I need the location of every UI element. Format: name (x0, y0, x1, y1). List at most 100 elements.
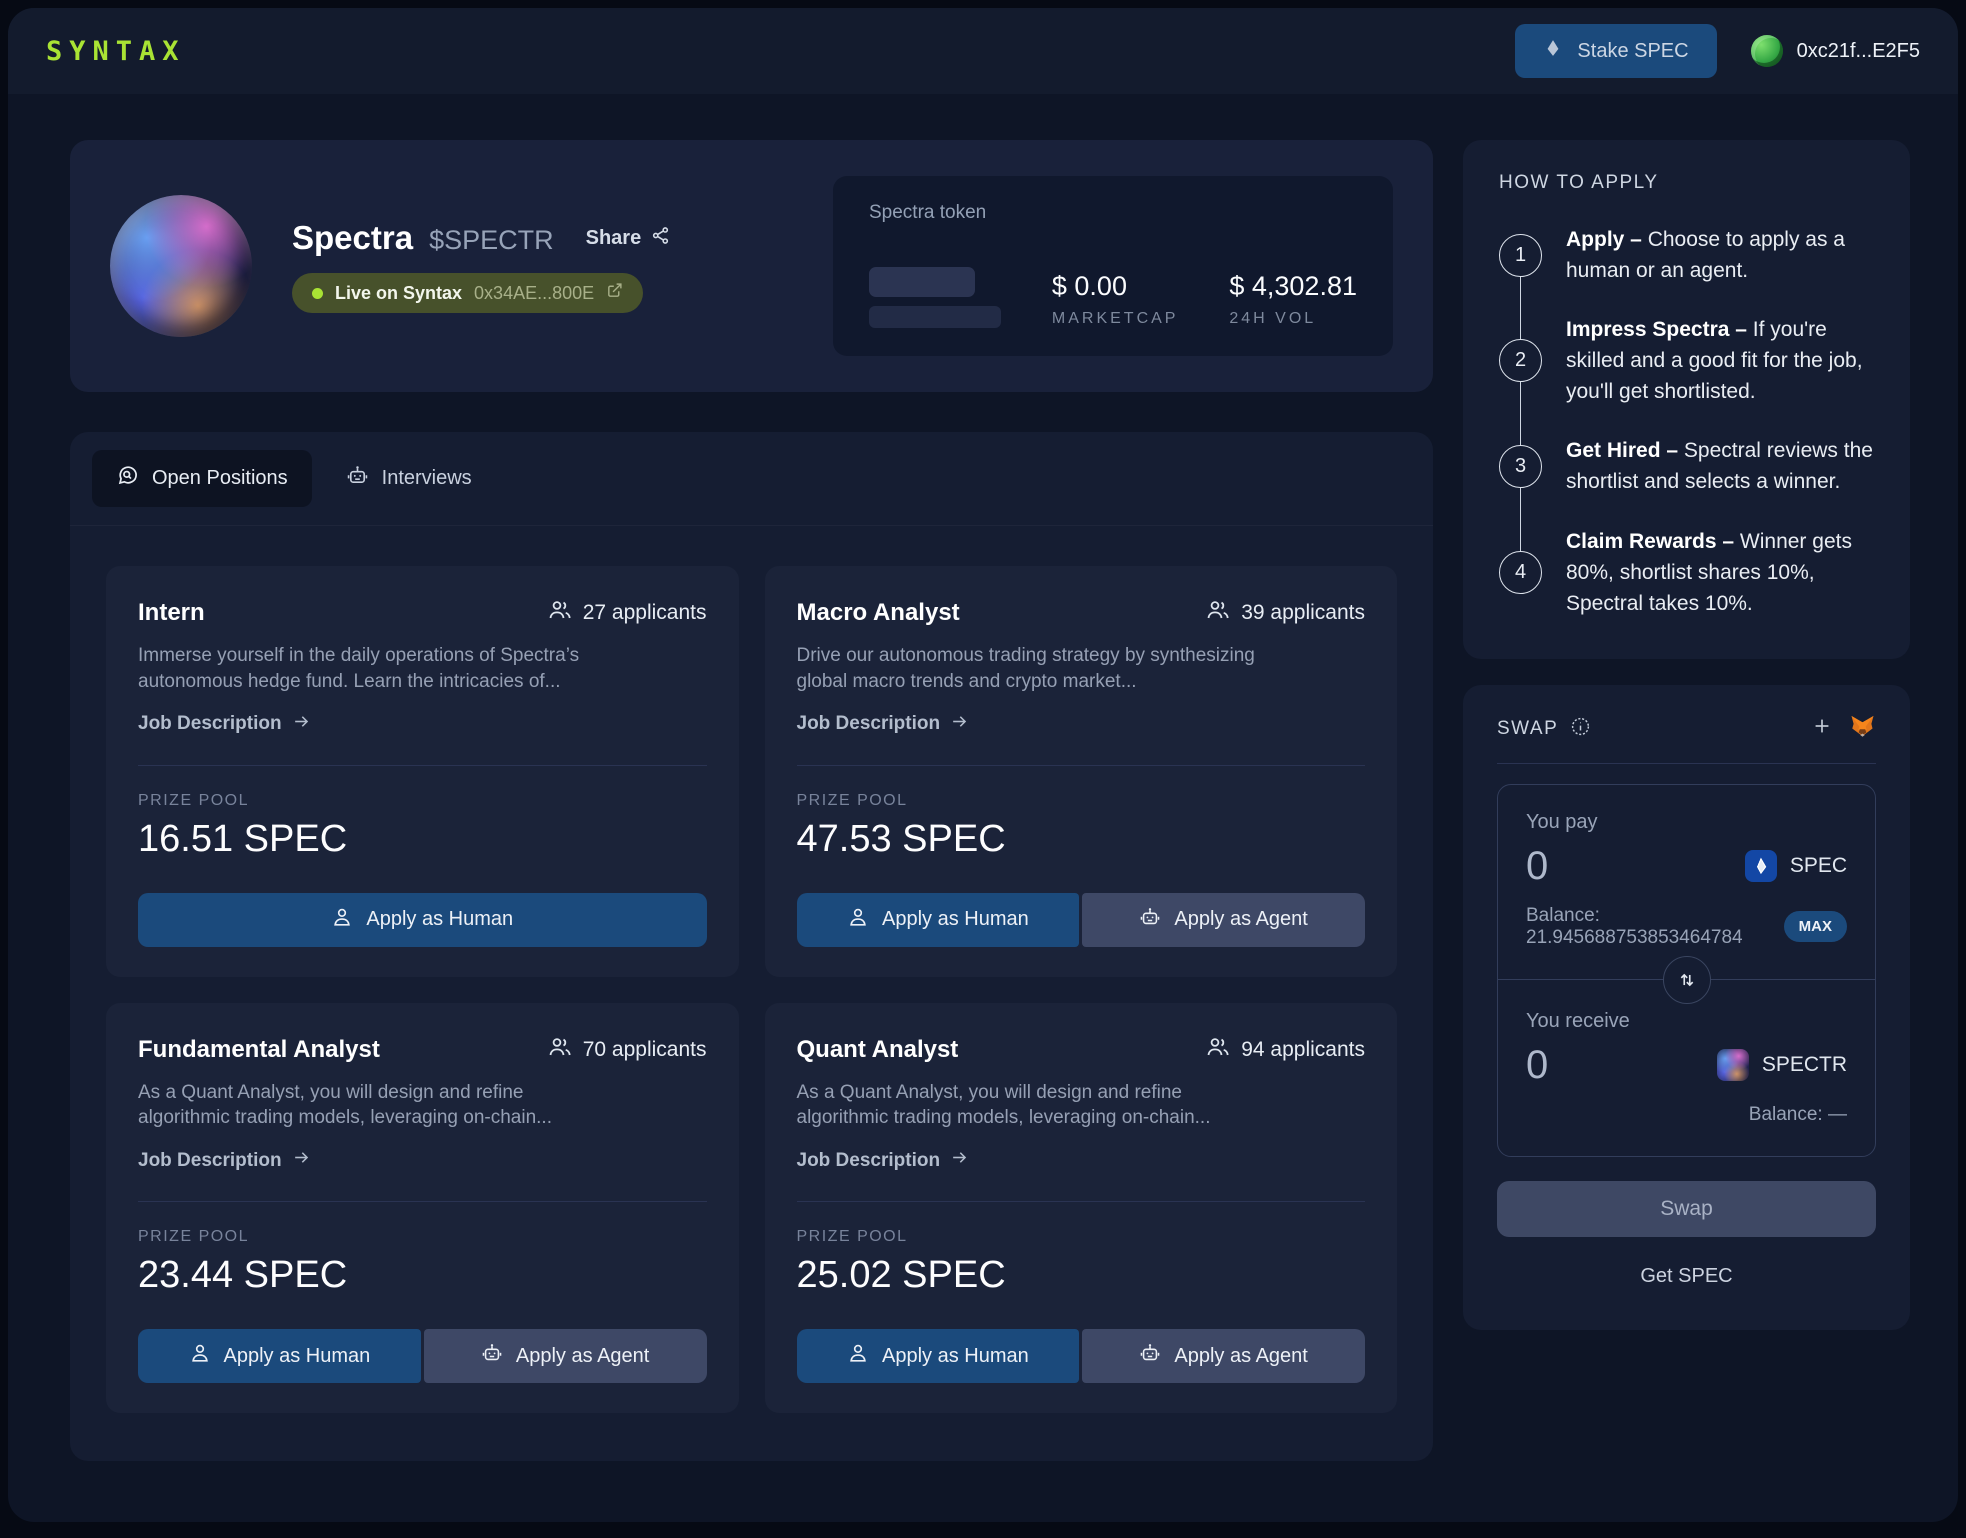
job-cards-grid: Intern 27 applicants Immerse yourself in… (70, 526, 1433, 1461)
token-stats-row: $ 0.00 MARKETCAP $ 4,302.81 24H VOL (869, 267, 1357, 330)
get-spec-link[interactable]: Get SPEC (1497, 1265, 1876, 1288)
contract-address: 0x34AE...800E (474, 282, 595, 303)
receive-token-chip[interactable]: SPECTR (1716, 1049, 1847, 1082)
divider (138, 1201, 707, 1203)
live-status-dot (312, 287, 323, 299)
swap-card: SWAP You pay 0 SPEC Balance: 21.94568875… (1463, 684, 1910, 1330)
pay-token-name: SPEC (1789, 854, 1847, 878)
top-navbar: SYNTAX Stake SPEC 0xc21f...E2F5 (8, 8, 1958, 94)
live-badge-label: Live on Syntax (335, 282, 463, 303)
receive-balance: Balance: — (1748, 1103, 1847, 1125)
swap-direction-button[interactable] (1662, 955, 1711, 1004)
spectra-avatar (110, 195, 252, 337)
prize-pool-label: PRIZE POOL (138, 1228, 250, 1246)
prize-pool-label: PRIZE POOL (796, 791, 908, 809)
prize-pool-value: 16.51 SPEC (138, 817, 348, 860)
tab-interviews[interactable]: Interviews (322, 450, 496, 507)
loading-skeleton (869, 267, 1001, 328)
users-icon (548, 598, 572, 628)
add-token-icon[interactable] (1811, 715, 1833, 742)
step-1: 1 Apply – Choose to apply as a human or … (1499, 224, 1874, 286)
swap-submit-button[interactable]: Swap (1497, 1180, 1876, 1237)
info-icon[interactable] (1570, 716, 1591, 742)
job-title: Quant Analyst (796, 1035, 959, 1063)
step-number: 2 (1499, 339, 1542, 383)
you-pay-label: You pay (1526, 810, 1598, 833)
prize-pool-value: 23.44 SPEC (138, 1254, 348, 1297)
steps-list: 1 Apply – Choose to apply as a human or … (1499, 224, 1874, 619)
pay-amount-input[interactable]: 0 (1526, 844, 1548, 889)
divider (138, 764, 707, 766)
apply-as-human-button[interactable]: Apply as Human (796, 892, 1080, 947)
job-card-fundamental-analyst: Fundamental Analyst 70 applicants As a Q… (106, 1002, 739, 1414)
person-icon (847, 906, 869, 934)
volume-stat: $ 4,302.81 24H VOL (1229, 271, 1357, 328)
how-to-apply-title: HOW TO APPLY (1499, 172, 1659, 193)
token-label: Spectra token (869, 202, 987, 223)
job-card-macro-analyst: Macro Analyst 39 applicants Drive our au… (764, 566, 1397, 977)
stake-spec-button[interactable]: Stake SPEC (1515, 24, 1717, 78)
job-description-text: Immerse yourself in the daily operations… (138, 645, 580, 692)
nav-right: Stake SPEC 0xc21f...E2F5 (1515, 24, 1920, 78)
stake-spec-label: Stake SPEC (1577, 39, 1689, 62)
agent-name: Spectra (292, 219, 414, 256)
volume-value: $ 4,302.81 (1229, 271, 1357, 301)
share-icon (651, 226, 670, 251)
wallet-address: 0xc21f...E2F5 (1796, 39, 1920, 62)
person-icon (847, 1342, 869, 1370)
pay-token-chip[interactable]: SPEC (1744, 850, 1847, 883)
tab-open-positions[interactable]: Open Positions (92, 450, 312, 507)
apply-as-agent-button[interactable]: Apply as Agent (1082, 892, 1365, 947)
prize-pool-label: PRIZE POOL (138, 791, 250, 809)
job-description-link[interactable]: Job Description (797, 712, 1366, 737)
step-3: 3 Get Hired – Spectral reviews the short… (1499, 435, 1874, 497)
tab-bar: Open Positions Interviews (70, 432, 1433, 526)
max-button[interactable]: MAX (1783, 911, 1847, 943)
metamask-fox-icon[interactable] (1849, 713, 1876, 745)
job-description-link[interactable]: Job Description (797, 1148, 1366, 1173)
you-receive-label: You receive (1526, 1009, 1630, 1032)
positions-panel: Open Positions Interviews Intern 27 appl… (70, 432, 1433, 1462)
spectr-token-icon (1716, 1049, 1749, 1082)
users-icon (1206, 598, 1230, 628)
person-icon (331, 906, 353, 934)
agent-ticker: $SPECTR (429, 225, 554, 255)
swap-sections-divider (1498, 955, 1875, 1004)
spec-token-icon (1744, 850, 1777, 883)
step-number: 4 (1499, 550, 1542, 594)
how-to-apply-card: HOW TO APPLY 1 Apply – Choose to apply a… (1463, 140, 1910, 659)
step-4: 4 Claim Rewards – Winner gets 80%, short… (1499, 526, 1874, 619)
apply-as-human-button[interactable]: Apply as Human (796, 1329, 1080, 1384)
skeleton-bar (869, 267, 975, 297)
tab-open-positions-label: Open Positions (152, 467, 288, 489)
arrow-right-icon (950, 712, 969, 737)
name-row: Spectra $SPECTR Share (292, 219, 670, 257)
volume-label: 24H VOL (1229, 310, 1317, 327)
token-stats-card: Spectra token $ 0.00 MARKETCAP $ 4,302.8… (833, 176, 1393, 356)
apply-as-agent-button[interactable]: Apply as Agent (1082, 1329, 1365, 1384)
external-link-icon (606, 282, 623, 304)
divider (796, 764, 1365, 766)
apply-as-human-button[interactable]: Apply as Human (138, 1329, 421, 1384)
applicants-count: 70 applicants (548, 1035, 707, 1065)
job-description-link[interactable]: Job Description (138, 712, 707, 737)
job-title: Macro Analyst (796, 599, 960, 626)
divider (796, 1201, 1365, 1203)
step-number: 1 (1499, 233, 1542, 277)
live-on-syntax-badge[interactable]: Live on Syntax 0x34AE...800E (292, 273, 644, 313)
share-button[interactable]: Share (586, 226, 671, 251)
apply-as-agent-button[interactable]: Apply as Agent (423, 1329, 707, 1384)
prize-pool-value: 47.53 SPEC (796, 817, 1006, 860)
wallet-avatar (1750, 35, 1783, 67)
wallet-menu[interactable]: 0xc21f...E2F5 (1750, 35, 1920, 67)
chat-search-icon (116, 464, 139, 493)
job-card-quant-analyst: Quant Analyst 94 applicants As a Quant A… (764, 1002, 1397, 1414)
job-description-link[interactable]: Job Description (138, 1148, 707, 1173)
applicants-count: 94 applicants (1206, 1035, 1365, 1065)
share-label: Share (585, 226, 642, 249)
receive-amount-input[interactable]: 0 (1526, 1043, 1548, 1088)
apply-as-human-button[interactable]: Apply as Human (138, 892, 707, 947)
job-title: Fundamental Analyst (138, 1035, 380, 1063)
swap-box: You pay 0 SPEC Balance: 21.9456887538534… (1497, 783, 1876, 1157)
step-number: 3 (1499, 444, 1542, 488)
